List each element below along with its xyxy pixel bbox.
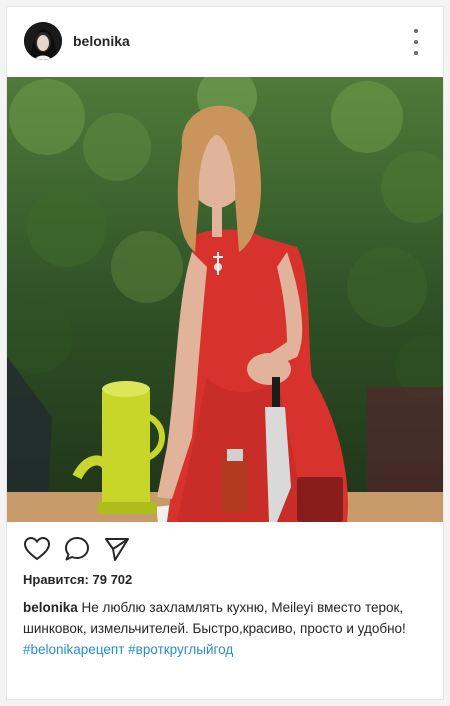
share-icon[interactable] — [103, 535, 131, 563]
post-photo-image — [7, 77, 443, 522]
comment-icon[interactable] — [63, 535, 91, 563]
likes-count[interactable]: Нравится: 79 702 — [23, 572, 132, 587]
post-username[interactable]: belonika — [73, 33, 130, 49]
caption-text: Не люблю захламлять кухню, Meileyi вмест… — [23, 600, 406, 636]
post-caption: belonika Не люблю захламлять кухню, Meil… — [23, 597, 431, 660]
post-header: belonika — [7, 7, 443, 77]
post-photo[interactable] — [7, 77, 443, 522]
hashtag-link[interactable]: #вроткруглыйгод — [128, 642, 233, 657]
more-vertical-icon[interactable] — [411, 29, 421, 55]
avatar-image — [24, 22, 62, 60]
post-card: belonika Нравится: 79 702 belonika Не лю… — [6, 6, 444, 700]
caption-username[interactable]: belonika — [23, 600, 78, 615]
heart-icon[interactable] — [23, 535, 51, 563]
hashtag-link[interactable]: #belonikaрецепт — [23, 642, 124, 657]
avatar[interactable] — [24, 22, 62, 60]
